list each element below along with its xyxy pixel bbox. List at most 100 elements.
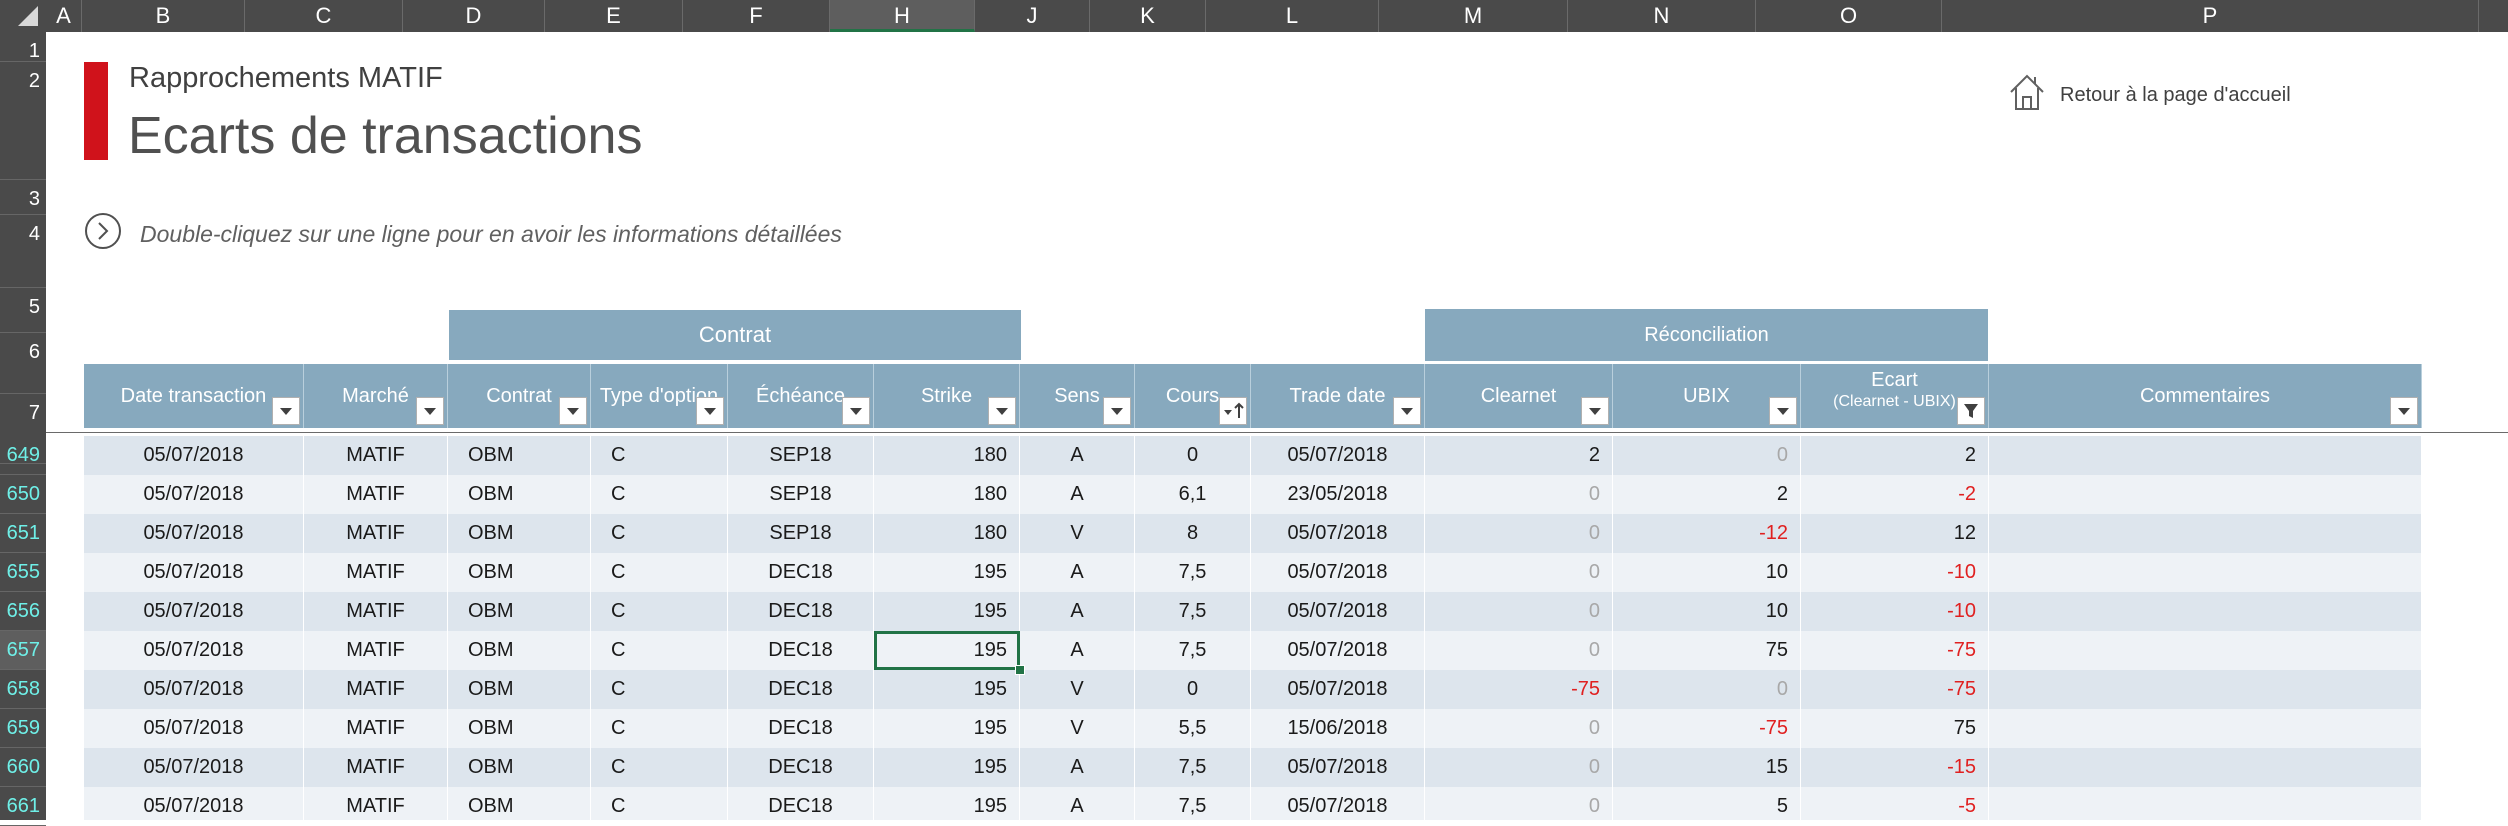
cell-trade-date[interactable]: 05/07/2018 [1251,592,1425,631]
cell-clearnet[interactable]: 0 [1425,748,1613,787]
cell-ecart[interactable]: -15 [1801,748,1989,787]
cell-clearnet[interactable]: 0 [1425,553,1613,592]
cell-commentaires[interactable] [1989,631,2422,670]
cell-commentaires[interactable] [1989,670,2422,709]
column-header-echeance[interactable]: Échéance [728,364,874,428]
cell-date[interactable]: 05/07/2018 [84,553,304,592]
column-header-p[interactable]: P [1942,0,2479,32]
cell-marche[interactable]: MATIF [304,436,448,475]
cell-commentaires[interactable] [1989,748,2422,787]
column-header-marche[interactable]: Marché [304,364,448,428]
cell-strike[interactable]: 195 [874,553,1020,592]
cell-cours[interactable]: 7,5 [1135,553,1251,592]
cell-date[interactable]: 05/07/2018 [84,709,304,748]
column-header-date[interactable]: Date transaction [84,364,304,428]
cell-cours[interactable]: 8 [1135,514,1251,553]
column-header-b[interactable]: B [82,0,245,32]
cell-strike[interactable]: 195 [874,631,1020,670]
cell-marche[interactable]: MATIF [304,475,448,514]
cell-contrat[interactable]: OBM [448,475,591,514]
row-header[interactable]: 655 [0,553,46,592]
cell-contrat[interactable]: OBM [448,670,591,709]
table-row[interactable]: 05/07/2018 MATIF OBM C SEP18 180 V 8 05/07/2018 0… [84,514,2422,553]
cell-ubix[interactable]: 0 [1613,670,1801,709]
cell-strike[interactable]: 195 [874,592,1020,631]
cell-ecart[interactable]: -10 [1801,553,1989,592]
cell-type[interactable]: C [591,592,728,631]
cell-marche[interactable]: MATIF [304,787,448,820]
row-header[interactable]: 658 [0,670,46,709]
cell-strike[interactable]: 195 [874,748,1020,787]
cell-commentaires[interactable] [1989,592,2422,631]
cell-sens[interactable]: A [1020,475,1135,514]
fill-handle[interactable] [1015,665,1025,675]
cell-contrat[interactable]: OBM [448,787,591,820]
cell-ecart[interactable]: -10 [1801,592,1989,631]
cell-trade-date[interactable]: 05/07/2018 [1251,670,1425,709]
column-header-f[interactable]: F [683,0,830,32]
row-header[interactable]: 656 [0,592,46,631]
column-header-e[interactable]: E [545,0,683,32]
cell-contrat[interactable]: OBM [448,592,591,631]
cell-marche[interactable]: MATIF [304,748,448,787]
cell-ubix[interactable]: -75 [1613,709,1801,748]
table-row[interactable]: 05/07/2018 MATIF OBM C DEC18 195 A 7,5 05/07/201… [84,748,2422,787]
cell-ecart[interactable]: 75 [1801,709,1989,748]
cell-strike[interactable]: 180 [874,436,1020,475]
cell-commentaires[interactable] [1989,709,2422,748]
cell-ubix[interactable]: 10 [1613,592,1801,631]
cell-type[interactable]: C [591,553,728,592]
cell-trade-date[interactable]: 05/07/2018 [1251,631,1425,670]
cell-sens[interactable]: A [1020,553,1135,592]
table-row[interactable]: 05/07/2018 MATIF OBM C DEC18 195 A 7,5 05/07/201… [84,787,2422,820]
cell-ubix[interactable]: 75 [1613,631,1801,670]
cell-trade-date[interactable]: 05/07/2018 [1251,436,1425,475]
cell-sens[interactable]: A [1020,787,1135,820]
cell-clearnet[interactable]: 0 [1425,475,1613,514]
column-header-ecart[interactable]: Ecart (Clearnet - UBIX) [1801,364,1989,428]
cell-ecart[interactable]: -5 [1801,787,1989,820]
column-header-c[interactable]: C [245,0,403,32]
cell-commentaires[interactable] [1989,787,2422,820]
cell-sens[interactable]: A [1020,436,1135,475]
cell-echeance[interactable]: DEC18 [728,670,874,709]
cell-echeance[interactable]: SEP18 [728,436,874,475]
cell-type[interactable]: C [591,436,728,475]
table-row[interactable]: 05/07/2018 MATIF OBM C SEP18 180 A 0 05/07/2018 2… [84,436,2422,475]
cell-echeance[interactable]: SEP18 [728,514,874,553]
row-header[interactable]: 649 [0,436,46,475]
filter-dropdown-icon[interactable] [1581,397,1609,425]
filter-dropdown-icon[interactable] [1393,397,1421,425]
table-row[interactable]: 05/07/2018 MATIF OBM C DEC18 195 A 7,5 05/07/201… [84,592,2422,631]
cell-marche[interactable]: MATIF [304,592,448,631]
cell-contrat[interactable]: OBM [448,514,591,553]
cell-trade-date[interactable]: 23/05/2018 [1251,475,1425,514]
cell-ecart[interactable]: 12 [1801,514,1989,553]
cell-date[interactable]: 05/07/2018 [84,631,304,670]
cell-echeance[interactable]: SEP18 [728,475,874,514]
cell-clearnet[interactable]: 0 [1425,787,1613,820]
cell-ubix[interactable]: -12 [1613,514,1801,553]
column-header-l[interactable]: L [1206,0,1379,32]
filter-dropdown-icon[interactable] [842,397,870,425]
cell-type[interactable]: C [591,514,728,553]
cell-echeance[interactable]: DEC18 [728,592,874,631]
cell-cours[interactable]: 0 [1135,436,1251,475]
row-header[interactable]: 660 [0,748,46,787]
filter-dropdown-icon[interactable] [272,397,300,425]
cell-strike[interactable]: 195 [874,709,1020,748]
cell-date[interactable]: 05/07/2018 [84,592,304,631]
row-header[interactable]: 651 [0,514,46,553]
filter-dropdown-icon[interactable] [1769,397,1797,425]
cell-contrat[interactable]: OBM [448,709,591,748]
cell-contrat[interactable]: OBM [448,631,591,670]
cell-ecart[interactable]: -2 [1801,475,1989,514]
table-row[interactable]: 05/07/2018 MATIF OBM C DEC18 195 V 0 05/07/2018-… [84,670,2422,709]
row-header[interactable]: 650 [0,475,46,514]
cell-marche[interactable]: MATIF [304,553,448,592]
filter-dropdown-icon[interactable] [1103,397,1131,425]
filter-dropdown-icon[interactable] [559,397,587,425]
cell-echeance[interactable]: DEC18 [728,631,874,670]
cell-marche[interactable]: MATIF [304,631,448,670]
filter-active-icon[interactable] [1957,397,1985,425]
